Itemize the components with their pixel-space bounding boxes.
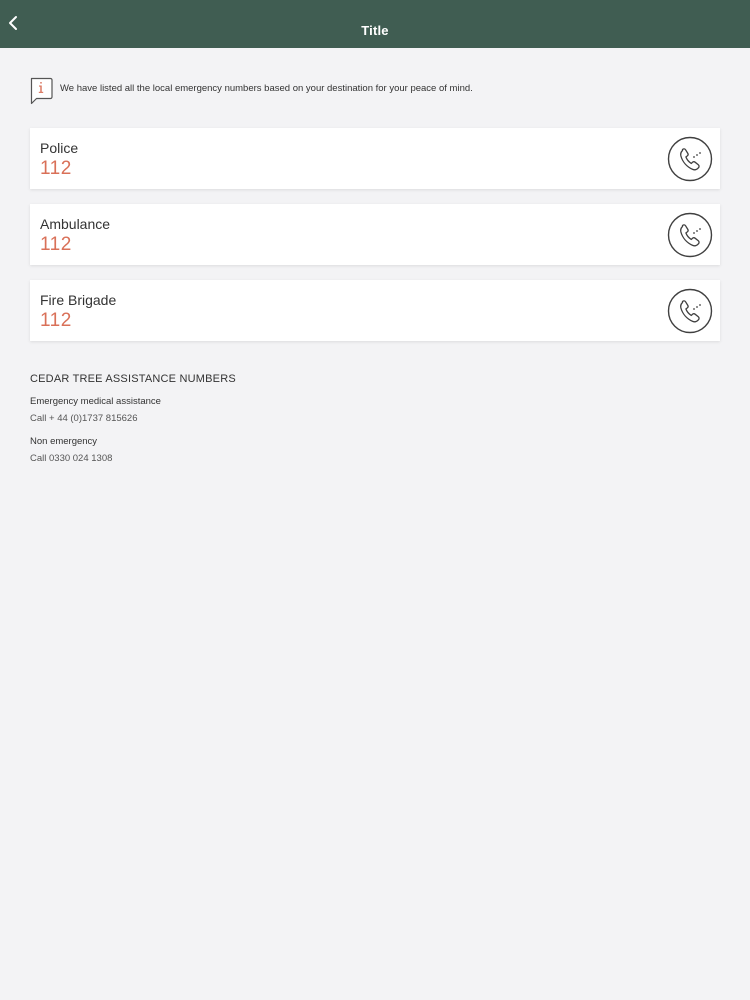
nav-bar: Title <box>0 0 750 48</box>
emergency-card-ambulance: Ambulance 112 <box>30 204 720 265</box>
assistance-label: Non emergency <box>30 436 98 447</box>
call-police-button[interactable] <box>667 136 713 182</box>
assistance-number-link[interactable]: Call 0330 024 1308 <box>30 453 112 464</box>
emergency-number: 112 <box>40 234 72 255</box>
phone-call-icon <box>667 288 713 334</box>
emergency-number: 112 <box>40 310 72 331</box>
phone-call-icon <box>667 136 713 182</box>
emergency-label: Ambulance <box>40 216 111 232</box>
info-note: We have listed all the local emergency n… <box>29 77 719 105</box>
phone-call-icon <box>667 212 713 258</box>
emergency-card-fire-brigade: Fire Brigade 112 <box>30 280 720 341</box>
emergency-label: Fire Brigade <box>40 292 117 308</box>
page-title: Title <box>361 23 389 38</box>
call-ambulance-button[interactable] <box>667 212 713 258</box>
assistance-number-link[interactable]: Call + 44 (0)1737 815626 <box>30 413 137 424</box>
assistance-heading: CEDAR TREE ASSISTANCE NUMBERS <box>30 373 236 385</box>
info-text: We have listed all the local emergency n… <box>60 83 473 94</box>
call-fire-brigade-button[interactable] <box>667 288 713 334</box>
info-speech-bubble-icon <box>30 77 53 105</box>
emergency-card-police: Police 112 <box>30 128 720 189</box>
assistance-label: Emergency medical assistance <box>30 396 161 407</box>
emergency-number: 112 <box>40 158 72 179</box>
emergency-label: Police <box>40 140 79 156</box>
